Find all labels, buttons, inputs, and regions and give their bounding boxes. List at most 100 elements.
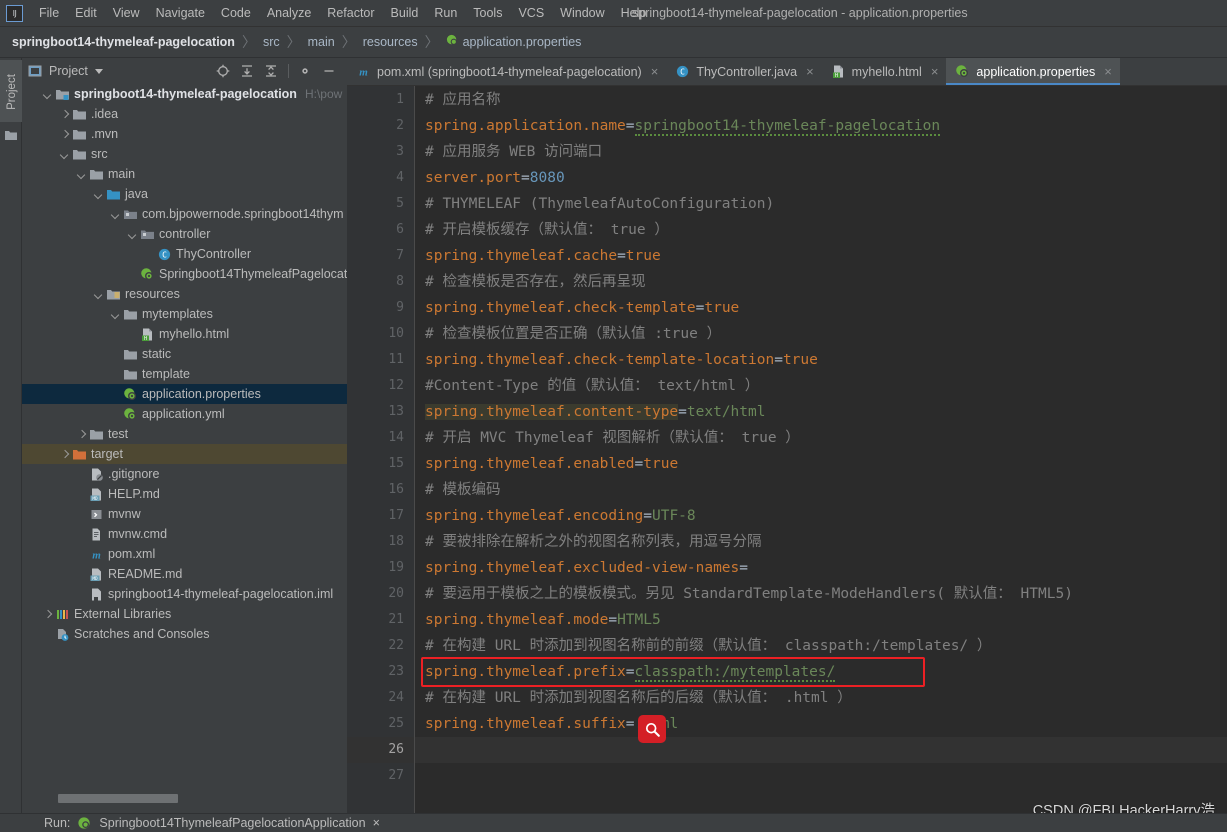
code-line-3[interactable]: # 应用服务 WEB 访问端口 [425,139,602,165]
tree-node-mytemplates[interactable]: mytemplates [22,304,347,324]
locate-icon[interactable] [216,64,231,79]
code-line-23[interactable]: spring.thymeleaf.prefix=classpath:/mytem… [425,659,836,685]
tree-node-test[interactable]: test [22,424,347,444]
menu-code[interactable]: Code [213,3,259,23]
chevron-right-icon[interactable] [59,129,70,140]
tree-node-pom-xml[interactable]: m pom.xml [22,544,347,564]
project-scrollbar-thumb[interactable] [58,794,178,803]
code-line-19[interactable]: spring.thymeleaf.excluded-view-names= [425,555,748,581]
tree-node-mvnw[interactable]: mvnw [22,504,347,524]
close-tab-icon[interactable]: × [931,65,939,78]
menu-view[interactable]: View [105,3,148,23]
code-line-6[interactable]: # 开启模板缓存（默认值： true ） [425,217,669,243]
code-text[interactable]: # 应用名称 spring.application.name=springboot… [415,86,1227,813]
tree-node-myhello-html[interactable]: Hmyhello.html [22,324,347,344]
code-line-20[interactable]: # 要运用于模板之上的模板模式。另见 StandardTemplate-Mode… [425,581,1073,607]
code-line-2[interactable]: spring.application.name=springboot14-thy… [425,113,941,139]
menu-window[interactable]: Window [552,3,612,23]
chevron-down-icon[interactable] [93,189,104,200]
tree-node-help-md[interactable]: MD HELP.md [22,484,347,504]
breadcrumb-item-3[interactable]: resources [363,35,418,49]
tree-node-application-properties[interactable]: application.properties [22,384,347,404]
editor-tab-bar[interactable]: m pom.xml (springboot14-thymeleaf-pageloc… [347,58,1227,86]
code-line-7[interactable]: spring.thymeleaf.cache=true [425,243,661,269]
menu-build[interactable]: Build [383,3,427,23]
project-tree[interactable]: springboot14-thymeleaf-pagelocation H:\po… [22,84,347,799]
code-line-4[interactable]: server.port=8080 [425,165,565,191]
tree-node-thycontroller[interactable]: C ThyController [22,244,347,264]
tree-node-main[interactable]: main [22,164,347,184]
project-tool-window-button[interactable]: Project [0,60,22,122]
run-tool-window-bar[interactable]: Run: Springboot14ThymeleafPagelocationAp… [0,813,1227,832]
chevron-right-icon[interactable] [42,609,53,620]
menu-tools[interactable]: Tools [465,3,510,23]
code-line-21[interactable]: spring.thymeleaf.mode=HTML5 [425,607,661,633]
chevron-right-icon[interactable] [59,109,70,120]
menu-analyze[interactable]: Analyze [259,3,319,23]
collapse-all-icon[interactable] [264,64,279,79]
chevron-down-icon[interactable] [93,289,104,300]
code-line-15[interactable]: spring.thymeleaf.enabled=true [425,451,678,477]
code-line-12[interactable]: #Content-Type 的值（默认值： text/html ） [425,373,759,399]
tree-node-com-bjpowernode-springboot14thym[interactable]: com.bjpowernode.springboot14thym [22,204,347,224]
menu-file[interactable]: File [31,3,67,23]
chevron-right-icon[interactable] [76,429,87,440]
code-line-11[interactable]: spring.thymeleaf.check-template-location… [425,347,818,373]
editor-tab-myhello-html[interactable]: Hmyhello.html × [822,58,947,85]
code-line-13[interactable]: spring.thymeleaf.content-type=text/html [425,399,765,425]
tree-node-external-libraries[interactable]: External Libraries [22,604,347,624]
code-line-9[interactable]: spring.thymeleaf.check-template=true [425,295,739,321]
breadcrumb-item-2[interactable]: main [308,35,335,49]
tree-node--gitignore[interactable]: .gitignore [22,464,347,484]
tree-node-readme-md[interactable]: MD README.md [22,564,347,584]
chevron-down-icon[interactable] [110,309,121,320]
folder-icon[interactable] [4,128,18,147]
chevron-down-icon[interactable] [59,149,70,160]
settings-gear-icon[interactable] [298,64,313,79]
code-line-1[interactable]: # 应用名称 [425,87,500,113]
menu-navigate[interactable]: Navigate [148,3,213,23]
menu-refactor[interactable]: Refactor [319,3,382,23]
chevron-down-icon[interactable] [76,169,87,180]
tree-node-controller[interactable]: controller [22,224,347,244]
tree-node-springboot14-thymeleaf-pagelocation[interactable]: springboot14-thymeleaf-pagelocation H:\po… [22,84,347,104]
code-line-24[interactable]: # 在构建 URL 时添加到视图名称后的后缀（默认值： .html ） [425,685,852,711]
chevron-down-icon[interactable] [110,209,121,220]
code-line-5[interactable]: # THYMELEAF (ThymeleafAutoConfiguration) [425,191,774,217]
expand-all-icon[interactable] [240,64,255,79]
run-configuration-name[interactable]: Springboot14ThymeleafPagelocationApplica… [99,816,365,830]
code-line-16[interactable]: # 模板编码 [425,477,500,503]
tree-node-src[interactable]: src [22,144,347,164]
code-line-8[interactable]: # 检查模板是否存在，然后再呈现 [425,269,645,295]
tree-node-template[interactable]: template [22,364,347,384]
tree-node--idea[interactable]: .idea [22,104,347,124]
code-line-17[interactable]: spring.thymeleaf.encoding=UTF-8 [425,503,696,529]
close-tab-icon[interactable]: × [651,65,659,78]
tree-node--mvn[interactable]: .mvn [22,124,347,144]
menu-edit[interactable]: Edit [67,3,105,23]
code-editor[interactable]: 1 2 3 4 5 6 7 8 9 10 11 12 13 14 15 16 17 18 19 20 21 22 23 24 2… [347,86,1227,813]
close-tab-icon[interactable]: × [1104,65,1112,78]
chevron-down-icon[interactable] [127,229,138,240]
breadcrumb-item-0[interactable]: springboot14-thymeleaf-pagelocation [12,35,235,49]
tree-node-springboot14thymeleafpagelocat[interactable]: Springboot14ThymeleafPagelocat [22,264,347,284]
menu-vcs[interactable]: VCS [510,3,552,23]
code-line-18[interactable]: # 要被排除在解析之外的视图名称列表，用逗号分隔 [425,529,761,555]
close-icon[interactable]: × [373,816,380,830]
breadcrumb-item-4[interactable]: application.properties [446,34,581,50]
code-line-14[interactable]: # 开启 MVC Thymeleaf 视图解析（默认值： true ） [425,425,800,451]
breadcrumb-item-1[interactable]: src [263,35,280,49]
menu-run[interactable]: Run [426,3,465,23]
tree-node-application-yml[interactable]: application.yml [22,404,347,424]
tree-node-java[interactable]: java [22,184,347,204]
editor-tab-application-properties[interactable]: application.properties × [946,58,1121,85]
tree-node-mvnw-cmd[interactable]: mvnw.cmd [22,524,347,544]
close-tab-icon[interactable]: × [806,65,814,78]
tree-node-static[interactable]: static [22,344,347,364]
code-line-10[interactable]: # 检查模板位置是否正确（默认值 :true ） [425,321,721,347]
tree-node-springboot14-thymeleaf-pagelocation-iml[interactable]: springboot14-thymeleaf-pagelocation.iml [22,584,347,604]
project-scrollbar-track[interactable] [46,794,347,803]
chevron-down-icon[interactable] [42,89,53,100]
hide-window-icon[interactable] [322,64,337,79]
code-line-22[interactable]: # 在构建 URL 时添加到视图名称前的前缀（默认值： classpath:/t… [425,633,991,659]
